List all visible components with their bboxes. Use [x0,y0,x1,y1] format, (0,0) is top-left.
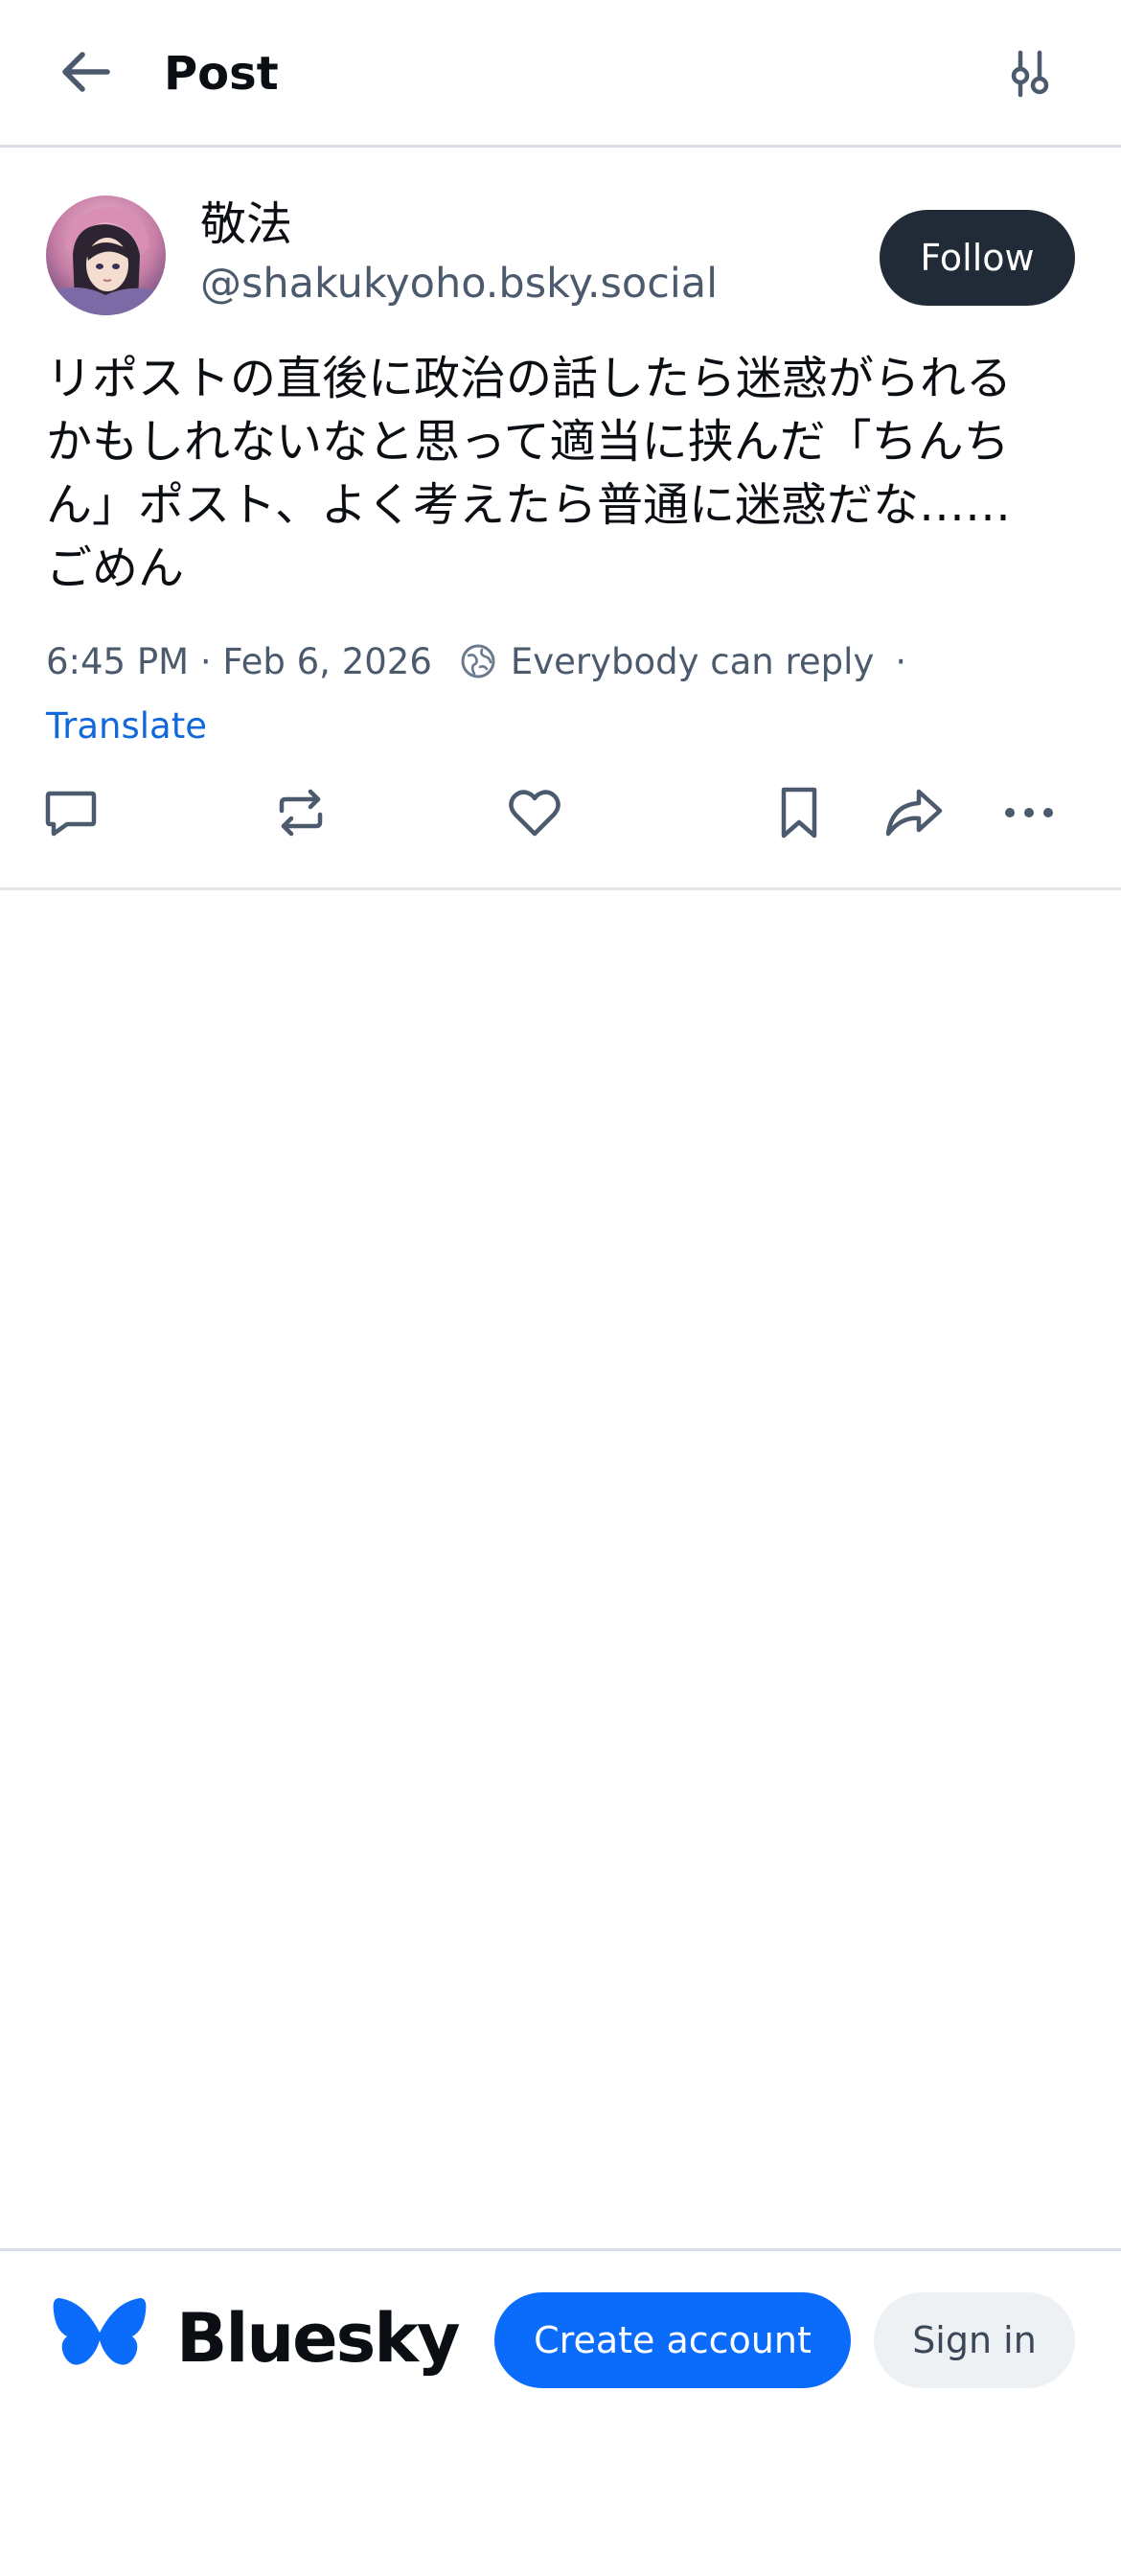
sliders-icon [1005,49,1055,103]
bookmark-button[interactable] [765,780,834,849]
back-button[interactable] [46,38,126,109]
author-handle[interactable]: @shakukyoho.bsky.social [200,257,718,310]
like-button[interactable] [500,780,569,849]
speech-bubble-icon [40,782,102,847]
repost-icon [270,782,332,847]
reply-button[interactable] [36,780,105,849]
globe-icon [459,642,497,680]
avatar[interactable] [46,196,166,315]
thread-settings-button[interactable] [996,42,1064,109]
page-title: Post [164,47,279,101]
post-timestamp[interactable]: 6:45 PM · Feb 6, 2026 [46,641,432,682]
share-button[interactable] [880,780,949,849]
reply-setting[interactable]: Everybody can reply [511,641,874,682]
repost-button[interactable] [266,780,335,849]
author-display-name[interactable]: 敬法 [200,194,292,255]
post-text: リポストの直後に政治の話したら迷惑がられる かもしれないなと思って適当に挟んだ「… [46,352,1013,595]
top-bar: Post [0,0,1121,148]
share-arrow-icon [882,782,946,847]
butterfly-logo-icon [52,2294,148,2380]
more-options-button[interactable] [995,780,1064,849]
bookmark-icon [768,782,830,847]
avatar-image [46,196,166,315]
post-divider [0,887,1121,890]
meta-separator: · [895,640,907,682]
ellipsis-icon [998,782,1060,847]
sign-in-button[interactable]: Sign in [874,2292,1075,2388]
translate-link[interactable]: Translate [46,700,207,753]
follow-button[interactable]: Follow [880,210,1075,306]
arrow-left-icon [56,41,117,106]
brand-name: Bluesky [176,2299,461,2378]
post-meta: 6:45 PM · Feb 6, 2026 Everybody can repl… [46,634,906,688]
create-account-button[interactable]: Create account [494,2292,851,2388]
heart-icon [504,782,565,847]
